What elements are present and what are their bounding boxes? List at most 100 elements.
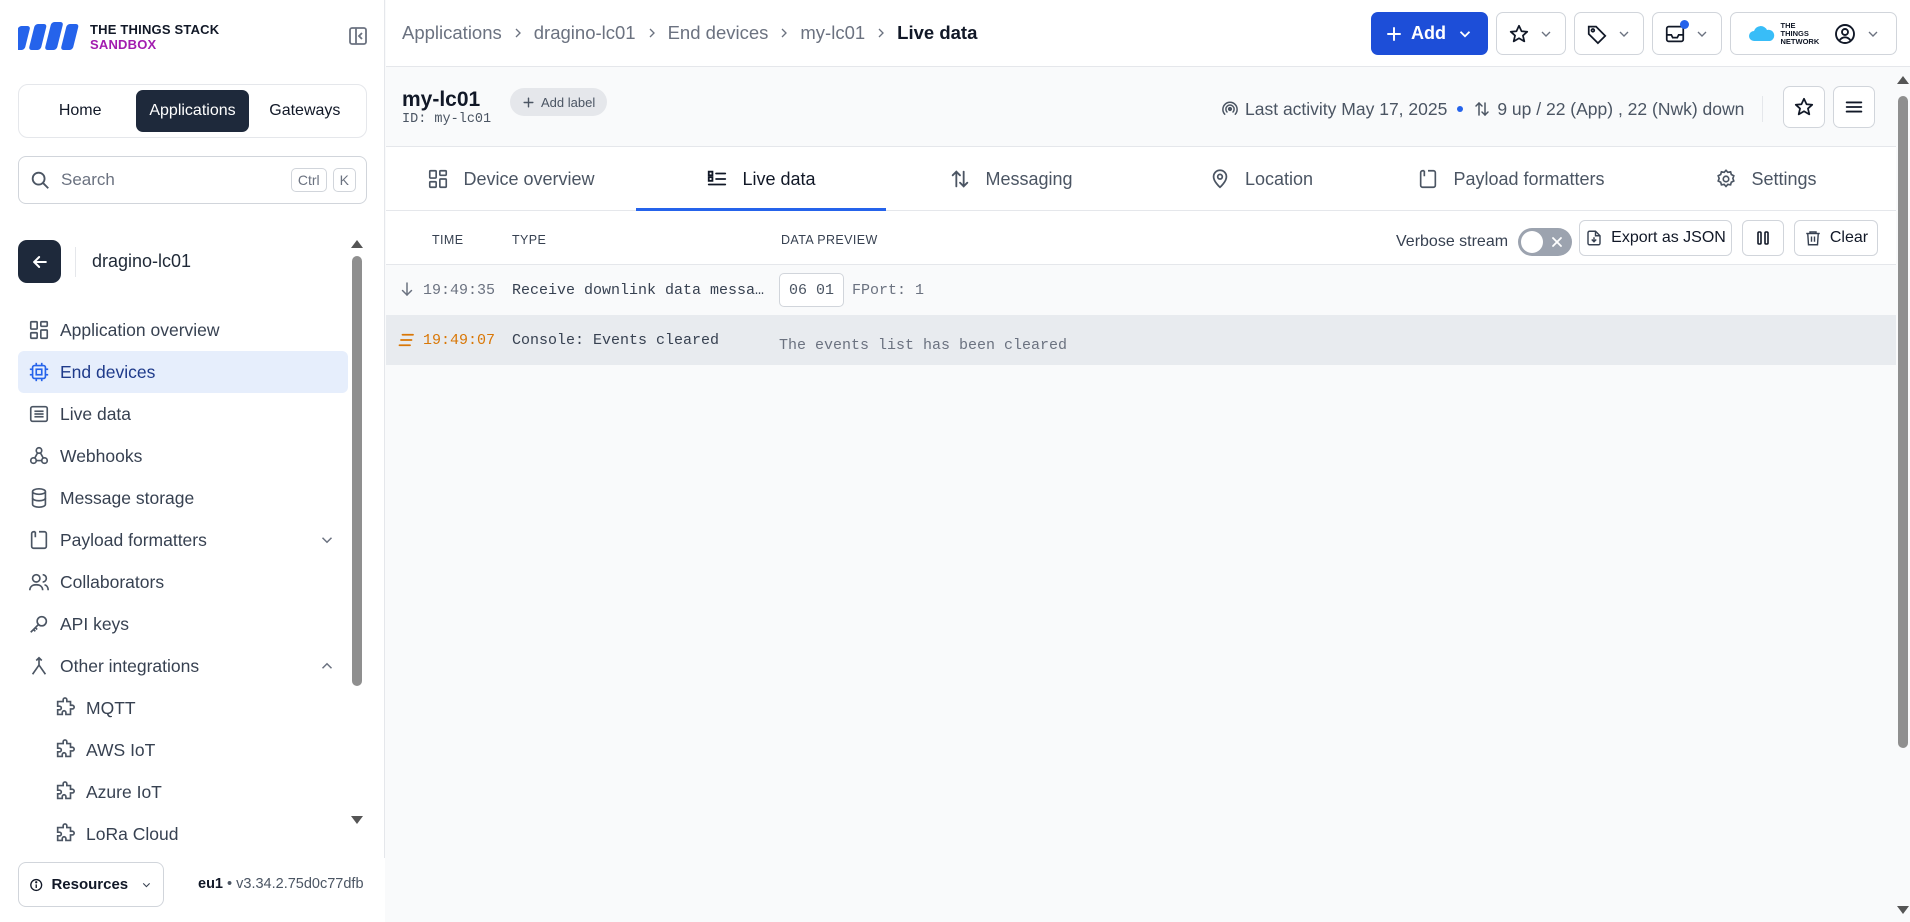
- breadcrumb-device[interactable]: my-lc01: [800, 22, 865, 44]
- resources-button[interactable]: Resources: [18, 862, 164, 907]
- scroll-down-icon[interactable]: [350, 814, 364, 826]
- device-activity: Last activity May 17, 2025 9 up / 22 (Ap…: [1221, 96, 1764, 122]
- sidebar-item-webhooks[interactable]: Webhooks: [18, 435, 348, 477]
- export-json-button[interactable]: Export as JSON: [1579, 220, 1732, 256]
- toggle-switch[interactable]: [1518, 228, 1573, 256]
- add-label-button[interactable]: Add label: [510, 88, 608, 116]
- switcher-home[interactable]: Home: [24, 90, 136, 132]
- tab-payload-formatters[interactable]: Payload formatters: [1386, 147, 1636, 211]
- chevron-down-icon: [1541, 31, 1551, 37]
- sidebar-item-other-integrations[interactable]: Other integrations: [18, 645, 348, 687]
- sidebar-item-application-overview[interactable]: Application overview: [18, 309, 348, 351]
- puzzle-icon: [56, 697, 75, 716]
- sidebar-item-aws-iot[interactable]: AWS IoT: [18, 729, 348, 771]
- application-context: dragino-lc01: [18, 240, 191, 283]
- sidebar-item-lora-cloud[interactable]: LoRa Cloud: [18, 813, 348, 855]
- event-row[interactable]: 19:49:35 Receive downlink data message 0…: [386, 265, 1896, 315]
- search-input[interactable]: Search Ctrl K: [18, 156, 367, 204]
- sidebar-item-label: Application overview: [60, 319, 220, 340]
- switcher-gateways[interactable]: Gateways: [249, 90, 361, 132]
- sidebar-item-azure-iot[interactable]: Azure IoT: [18, 771, 348, 813]
- puzzle-icon: [56, 739, 75, 758]
- plus-icon: [523, 96, 534, 108]
- sidebar-item-collaborators[interactable]: Collaborators: [18, 561, 348, 603]
- brand-edition: SANDBOX: [90, 37, 157, 52]
- breadcrumb-application[interactable]: dragino-lc01: [534, 22, 636, 44]
- sidebar-item-end-devices[interactable]: End devices: [18, 351, 348, 393]
- pause-icon: [1757, 231, 1769, 245]
- sidebar-item-label: Webhooks: [60, 445, 143, 466]
- shortcut-k: K: [332, 168, 356, 192]
- network-logo: THE THINGS NETWORK: [1780, 20, 1820, 46]
- back-button[interactable]: [18, 240, 61, 283]
- sidebar-scrollbar[interactable]: [350, 238, 364, 828]
- bookmarks-button[interactable]: [1496, 12, 1566, 55]
- sidebar-item-mqtt[interactable]: MQTT: [18, 687, 348, 729]
- pin-icon: [1212, 169, 1228, 189]
- pause-button[interactable]: [1742, 220, 1784, 256]
- scrollbar-thumb[interactable]: [1898, 96, 1908, 748]
- chevron-right-icon: [878, 28, 885, 38]
- event-type: Console: Events cleared: [512, 332, 720, 349]
- tab-label: Payload formatters: [1453, 168, 1605, 189]
- sidebar-item-live-data[interactable]: Live data: [18, 393, 348, 435]
- breadcrumb-end-devices[interactable]: End devices: [668, 22, 769, 44]
- list-icon: [29, 405, 49, 423]
- search-placeholder: Search: [61, 170, 115, 189]
- clear-label: Clear: [1829, 229, 1869, 246]
- event-fport: FPort: 1: [852, 282, 925, 299]
- payload-bytes: 06 01: [779, 273, 845, 307]
- device-id: ID: my-lc01: [402, 112, 491, 127]
- account-menu-button[interactable]: THE THINGS NETWORK: [1730, 12, 1897, 55]
- event-row[interactable]: 19:49:07 Console: Events cleared The eve…: [386, 315, 1896, 365]
- tag-icon: [1587, 25, 1607, 44]
- application-name: dragino-lc01: [92, 251, 192, 271]
- chevron-right-icon: [781, 28, 788, 38]
- device-menu-button[interactable]: [1833, 86, 1875, 128]
- verbose-stream-toggle[interactable]: Verbose stream: [1396, 228, 1573, 256]
- switcher-applications[interactable]: Applications: [136, 90, 249, 132]
- toggle-knob: [1521, 231, 1544, 253]
- tab-device-overview[interactable]: Device overview: [386, 147, 636, 211]
- tab-label: Settings: [1751, 168, 1817, 189]
- bookmark-device-button[interactable]: [1783, 86, 1825, 128]
- scroll-up-icon[interactable]: [350, 238, 364, 250]
- traffic-counts: 9 up / 22 (App) , 22 (Nwk) down: [1497, 98, 1745, 119]
- breadcrumb-current: Live data: [897, 22, 978, 43]
- chevron-down-icon: [1868, 31, 1877, 37]
- divider: [1762, 96, 1764, 122]
- webhook-icon: [29, 446, 49, 465]
- sidebar-item-api-keys[interactable]: API keys: [18, 603, 348, 645]
- tab-settings[interactable]: Settings: [1636, 147, 1896, 211]
- sidebar-item-message-storage[interactable]: Message storage: [18, 477, 348, 519]
- sidebar-item-label: LoRa Cloud: [86, 823, 179, 844]
- sidebar-item-label: End devices: [60, 361, 156, 382]
- tab-label: Device overview: [463, 168, 595, 189]
- users-icon: [29, 573, 49, 591]
- sidebar-item-payload-formatters[interactable]: Payload formatters: [18, 519, 348, 561]
- brand-logo[interactable]: THE THINGS STACK SANDBOX: [18, 20, 219, 54]
- arrow-left-icon: [32, 255, 47, 268]
- column-header-data-preview: DATA PREVIEW: [781, 233, 878, 247]
- code-icon: [1420, 169, 1437, 189]
- sidebar-item-label: Collaborators: [60, 571, 165, 592]
- notification-dot: [1680, 20, 1689, 29]
- brand-name: THE THINGS STACK: [90, 22, 220, 37]
- add-button[interactable]: Add: [1371, 12, 1488, 55]
- tab-messaging[interactable]: Messaging: [886, 147, 1136, 211]
- breadcrumb-applications[interactable]: Applications: [402, 22, 502, 44]
- sidebar-collapse-icon[interactable]: [346, 24, 370, 48]
- notifications-button[interactable]: [1652, 12, 1722, 55]
- sidebar-item-label: Azure IoT: [86, 781, 162, 802]
- main-scrollbar[interactable]: [1896, 68, 1910, 922]
- scroll-up-icon[interactable]: [1896, 74, 1910, 86]
- ttn-cloud-icon: [1748, 25, 1774, 41]
- tags-button[interactable]: [1574, 12, 1644, 55]
- tab-live-data[interactable]: Live data: [636, 147, 886, 212]
- tab-location[interactable]: Location: [1136, 147, 1386, 211]
- scroll-down-icon[interactable]: [1896, 904, 1910, 916]
- clear-button[interactable]: Clear: [1794, 220, 1878, 256]
- sidebar: THE THINGS STACK SANDBOX Home Applicatio…: [0, 0, 385, 922]
- scrollbar-thumb[interactable]: [352, 256, 362, 686]
- verbose-stream-label: Verbose stream: [1396, 233, 1509, 250]
